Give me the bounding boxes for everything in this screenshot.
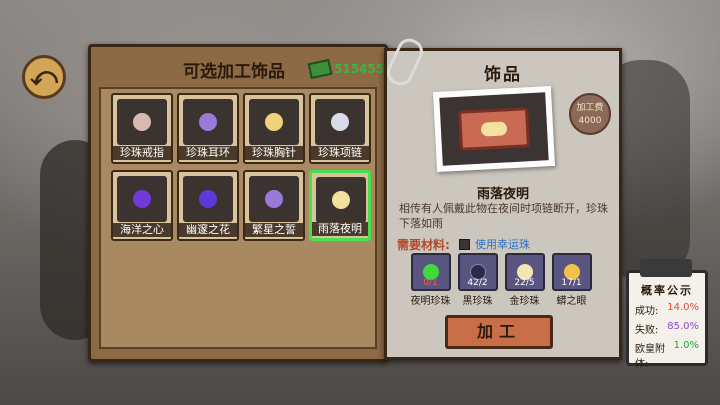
gem-icon [199,190,217,208]
probability-label: 成功: [635,306,659,317]
item-grid: 珍珠戒指 珍珠耳环 珍珠胸针 珍珠项链 海洋之心 幽邃之花 繁星之誓 雨落夜明 [111,93,371,241]
item-slot[interactable]: 珍珠项链 [309,93,371,164]
fee-value: 4000 [578,116,602,126]
craftable-items-panel: 可选加工饰品 51545593 珍珠戒指 珍珠耳环 珍珠胸针 珍珠项链 海洋之心… [88,44,401,362]
probability-card: 概率公示 成功: 14.0% 失败: 85.0% 欧皇附体: 1.0% [626,270,708,370]
pearl-box-icon [458,107,530,151]
material-count: 0/1 [423,278,438,288]
probability-title: 概率公示 [641,284,693,297]
fee-label: 加工费 [576,103,604,113]
brooch-icon [249,99,299,145]
photo-inner [439,92,549,166]
item-label: 繁星之誓 [245,223,303,237]
material-slot[interactable]: 17/1 蟒之眼 [550,253,593,307]
checkbox-icon[interactable] [459,238,470,250]
probability-row: 失败: 85.0% [629,321,705,336]
black-pearl-icon: 42/2 [457,253,498,291]
item-label: 珍珠项链 [311,146,369,160]
lucky-label: 使用幸运珠 [475,238,530,251]
material-count: 17/1 [561,278,582,288]
material-count: 22/5 [514,278,535,288]
gem-icon [133,190,151,208]
probability-value: 1.0% [673,340,699,351]
item-slot[interactable]: 海洋之心 [111,170,173,241]
earring-box-icon [183,99,233,145]
gold-pearl-icon: 22/5 [504,253,545,291]
material-name: 夜明珍珠 [410,296,451,307]
material-slot[interactable]: 42/2 黑珍珠 [456,253,499,307]
pearl-necklace-box-icon [315,99,365,145]
pearl-icon [480,121,508,137]
materials-list: 0/1 夜明珍珠 42/2 黑珍珠 22/5 金珍珠 17/1 蟒之眼 [409,253,593,307]
item-slot[interactable]: 幽邃之花 [177,170,239,241]
item-slot[interactable]: 繁星之誓 [243,170,305,241]
item-slot[interactable]: 珍珠耳环 [177,93,239,164]
probability-row: 成功: 14.0% [629,302,705,317]
item-photo [432,85,556,173]
material-name: 黑珍珠 [462,296,493,307]
item-description: 相传有人佩戴此物在夜间时项链断开，珍珠下落如雨 [399,202,608,230]
probability-value: 85.0% [667,321,699,332]
item-label: 海洋之心 [113,223,171,237]
material-slot[interactable]: 0/1 夜明珍珠 [409,253,452,307]
gem-icon [265,113,283,131]
gem-icon [199,113,217,131]
star-ring-box-icon [249,176,299,222]
item-name: 雨落夜明 [476,187,529,202]
material-name: 金珍珠 [509,296,540,307]
back-arrow-icon: ⤺ [30,61,58,92]
detail-title: 饰品 [484,65,522,85]
flower-brooch-icon [183,176,233,222]
back-button[interactable]: ⤺ [22,55,66,99]
item-slot-selected[interactable]: 雨落夜明 [309,170,371,241]
lucky-pearl-toggle[interactable]: 使用幸运珠 [459,236,530,252]
item-slot[interactable]: 珍珠戒指 [111,93,173,164]
probability-row: 欧皇附体: 1.0% [629,340,705,370]
item-slot[interactable]: 珍珠胸针 [243,93,305,164]
panel-title: 可选加工饰品 [183,62,285,82]
cash-icon [307,58,333,80]
pearl-box-icon [316,177,366,223]
material-name: 蟒之眼 [556,296,587,307]
probability-label: 失败: [635,325,659,336]
gem-icon [332,191,350,209]
clipboard-clip-icon [640,259,692,277]
material-count: 42/2 [467,278,488,288]
gem-icon [133,113,151,131]
gem-icon [331,113,349,131]
gem-icon [265,190,283,208]
probability-value: 14.0% [667,302,699,313]
materials-label: 需要材料: [397,238,450,252]
glowing-pearl-icon: 0/1 [410,253,451,291]
item-detail-panel: 饰品 加工费 4000 雨落夜明 相传有人佩戴此物在夜间时项链断开，珍珠下落如雨… [384,48,622,360]
ocean-heart-box-icon [117,176,167,222]
material-slot[interactable]: 22/5 金珍珠 [503,253,546,307]
item-label: 珍珠耳环 [179,146,237,160]
item-label: 珍珠胸针 [245,146,303,160]
item-label: 珍珠戒指 [113,146,171,160]
python-eye-icon: 17/1 [551,253,592,291]
probability-label: 欧皇附体: [635,344,665,370]
craft-fee-badge: 加工费 4000 [569,93,611,135]
item-label: 雨落夜明 [312,222,368,236]
ring-box-icon [117,99,167,145]
item-label: 幽邃之花 [179,223,237,237]
craft-button[interactable]: 加工 [445,315,553,349]
